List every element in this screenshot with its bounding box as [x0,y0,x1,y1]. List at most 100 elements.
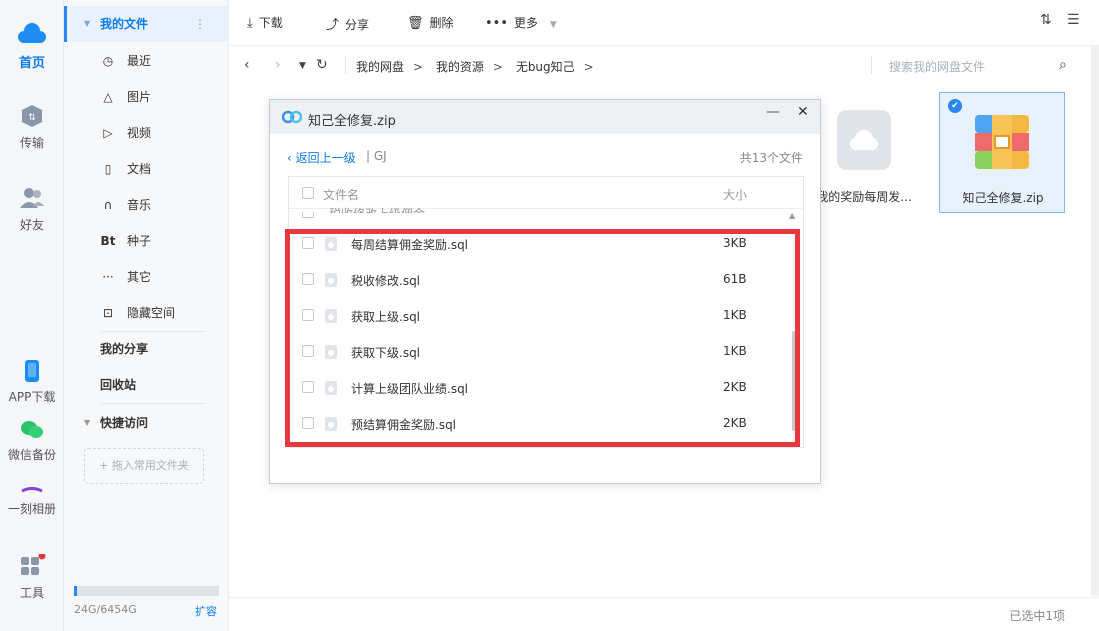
rail-item-app-download[interactable]: APP下载 [0,360,64,405]
rail-label: 一刻相册 [7,502,56,516]
sidebar-item-my-share[interactable]: 我的分享 [64,337,229,361]
svg-text:⇅: ⇅ [28,113,36,123]
sidebar-item-label: 视频 [127,126,152,140]
minimize-icon[interactable]: — [766,104,780,120]
delete-label: 删除 [429,16,454,30]
file-count: 共13个文件 [739,151,803,165]
dialog-title: 知己全修复.zip [308,114,396,129]
transfer-icon: ⇅ [22,105,42,127]
sidebar-item-images[interactable]: △ 图片 [64,85,229,109]
caret-down-icon: ▼ [549,20,557,30]
sidebar-item-my-files[interactable]: ▼ 我的文件 ⋮ [64,12,229,36]
sidebar-item-label: 种子 [127,234,152,248]
breadcrumb-item[interactable]: 无bug知己 [516,60,575,74]
sidebar-item-music[interactable]: ∩ 音乐 [64,193,229,217]
partially-visible-row: 税收修改上级佣金... [329,205,459,213]
storage-progress-fill [74,586,77,596]
ellipsis-icon: ··· [102,270,114,284]
cloud-file-icon [837,110,891,170]
file-tile-selected[interactable]: ✔ 知己全修复.zip [939,92,1065,213]
rail-item-transfer[interactable]: ⇅ 传输 [0,104,64,151]
wechat-icon [21,421,43,438]
download-icon: ⤓ [247,16,253,31]
bt-icon: Bt [100,234,116,248]
main-scrollbar[interactable] [1091,46,1099,596]
select-all-checkbox[interactable] [302,187,314,199]
download-button[interactable]: ⤓ 下载 [247,14,283,31]
baidu-netdisk-logo-icon [282,110,302,124]
rail-item-album[interactable]: 一刻相册 [0,486,64,517]
archive-path-value: GJ [373,149,387,163]
drop-folder-zone[interactable]: + 拖入常用文件夹 [84,448,204,484]
zip-icon [975,115,1029,169]
sidebar: ▼ 我的文件 ⋮ ◷ 最近 △ 图片 ▷ 视频 ▯ 文档 ∩ 音乐 Bt 种子 … [64,0,229,631]
breadcrumb-separator: > [413,60,424,74]
sidebar-item-docs[interactable]: ▯ 文档 [64,157,229,181]
sidebar-item-video[interactable]: ▷ 视频 [64,121,229,145]
sidebar-item-label: 最近 [127,54,152,68]
path-bar: ‹ › ▼ ↻ 我的网盘 > 我的资源 > 无bug知己 > 搜索我的网盘文件 ⌕ [229,46,1099,86]
sidebar-item-recent[interactable]: ◷ 最近 [64,49,229,73]
sidebar-item-label: 文档 [127,162,152,176]
apps-icon [21,554,46,575]
sidebar-item-hidden-space[interactable]: ⊡ 隐藏空间 [64,301,229,325]
close-icon[interactable]: ✕ [797,104,809,120]
breadcrumb: 我的网盘 > 我的资源 > 无bug知己 > [356,58,603,75]
friends-icon [20,188,44,208]
sidebar-item-quick-access[interactable]: ▼ 快捷访问 [64,411,229,435]
annotation-highlight-box [285,229,800,447]
more-dots-icon: ••• [485,16,509,31]
rail-label: 首页 [18,56,45,71]
rail-item-friends[interactable]: 好友 [0,186,64,233]
search-input[interactable]: 搜索我的网盘文件 [889,58,1069,75]
more-button[interactable]: ••• 更多 ▼ [485,14,557,31]
forward-arrow-icon[interactable]: › [275,57,281,73]
share-button[interactable]: ⤴ 分享 [326,14,369,33]
list-view-icon[interactable]: ☰ [1067,12,1080,28]
storage-quota: 24G/6454G [74,603,137,616]
sidebar-item-other[interactable]: ··· 其它 [64,265,229,289]
column-header-size[interactable]: 大小 [723,186,747,203]
play-icon: ▷ [103,126,113,140]
share-icon: ⤴ [326,18,340,33]
more-vertical-icon[interactable]: ⋮ [194,12,206,36]
phone-icon [25,360,39,382]
sidebar-item-label: 我的分享 [100,342,149,356]
delete-button[interactable]: 🗑 删除 [407,14,454,31]
sidebar-item-label: 其它 [127,270,152,284]
history-dropdown-icon[interactable]: ▼ [299,61,306,71]
breadcrumb-item[interactable]: 我的资源 [436,60,484,74]
column-header-name[interactable]: 文件名 [323,186,359,203]
sidebar-item-label: 图片 [127,90,152,104]
share-label: 分享 [345,18,370,32]
search-icon[interactable]: ⌕ [1059,57,1067,73]
back-label: 返回上一级 [295,151,356,165]
back-to-parent-link[interactable]: ‹ 返回上一级 [287,149,356,166]
clock-icon: ◷ [102,54,114,68]
rail-label: APP下载 [8,390,56,404]
rail-item-tools[interactable]: 工具 [0,554,64,601]
sidebar-item-torrent[interactable]: Bt 种子 [64,229,229,253]
chevron-left-icon: ‹ [287,151,292,165]
back-arrow-icon[interactable]: ‹ [244,57,250,73]
rail-label: 微信备份 [7,448,56,462]
sidebar-item-recycle-bin[interactable]: 回收站 [64,373,229,397]
selection-count: 已选中1项 [1009,609,1065,623]
expand-storage-link[interactable]: 扩容 [195,603,217,619]
archive-path: | GJ [366,149,387,163]
rail-item-home[interactable]: 首页 [0,22,64,71]
check-icon[interactable]: ✔ [948,99,962,113]
image-icon: △ [103,90,113,104]
app-rail: 首页 ⇅ 传输 好友 APP下载 微信备份 一刻相册 工具 [0,0,64,631]
caret-down-icon: ▼ [84,19,91,28]
rail-label: 好友 [19,218,44,232]
rail-item-wechat-backup[interactable]: 微信备份 [0,420,64,463]
sidebar-item-label: 音乐 [127,198,152,212]
sort-icon[interactable]: ⇅ [1040,12,1052,28]
scroll-up-icon[interactable]: ▲ [789,211,795,220]
rail-label: 工具 [19,586,44,600]
refresh-icon[interactable]: ↻ [316,57,328,73]
breadcrumb-separator: > [492,60,503,74]
breadcrumb-item[interactable]: 我的网盘 [356,60,404,74]
headphones-icon: ∩ [103,198,113,212]
